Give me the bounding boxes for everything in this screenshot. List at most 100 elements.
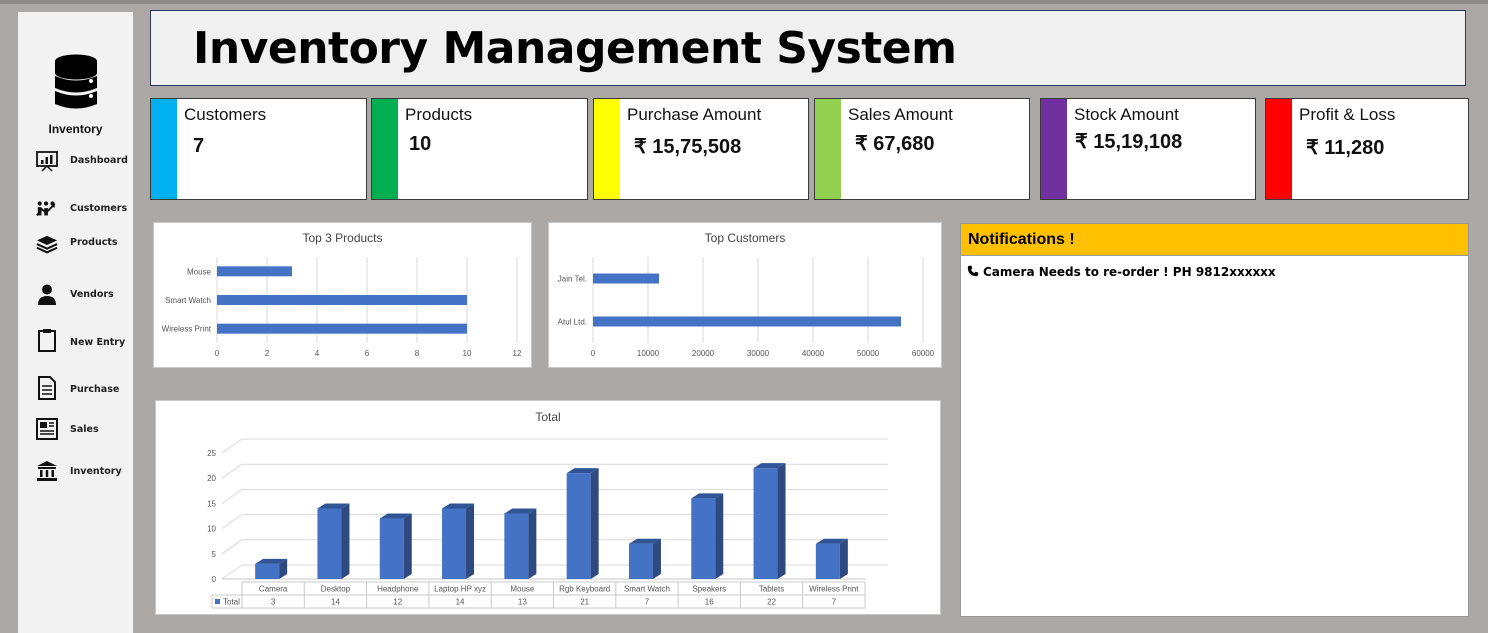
x-tick-label: 20000 <box>692 349 715 358</box>
column-side <box>715 493 724 579</box>
column-front <box>317 508 342 579</box>
sidebar-item-sales[interactable]: Sales <box>18 416 133 442</box>
bar <box>217 323 467 334</box>
category-label: Wireless Print <box>809 585 859 594</box>
kpi-value: ₹ 15,19,108 <box>1075 131 1183 153</box>
gridline <box>221 463 243 479</box>
kpi-label: Sales Amount <box>848 105 953 124</box>
category-label: Rgb Keyboard <box>559 585 610 594</box>
x-tick-label: 2 <box>265 349 270 358</box>
data-table-value: 7 <box>832 598 837 607</box>
y-tick-label: 5 <box>212 550 217 559</box>
y-tick-label: 10 <box>207 525 216 534</box>
sidebar-item-products[interactable]: Products <box>18 232 133 258</box>
column-front <box>628 543 653 579</box>
kpi-value: ₹ 11,280 <box>1306 137 1385 159</box>
sidebar-brand-label: Inventory <box>48 122 103 136</box>
data-table-value: 13 <box>518 598 527 607</box>
chart-title: Top Customers <box>705 231 786 245</box>
bar <box>593 273 659 284</box>
category-label: Tablets <box>759 585 784 594</box>
kpi-label: Stock Amount <box>1074 105 1179 124</box>
kpi-value: ₹ 15,75,508 <box>634 136 742 158</box>
data-table-value: 16 <box>705 598 714 607</box>
y-tick-label: 0 <box>212 575 217 584</box>
sidebar-item-label: Vendors <box>70 289 114 300</box>
kpi-value: 10 <box>409 133 432 155</box>
category-label: Smart Watch <box>165 296 211 305</box>
sidebar-item-inventory[interactable]: Inventory <box>18 458 133 484</box>
kpi-color-bar <box>151 99 177 199</box>
sidebar-item-purchase[interactable]: Purchase <box>18 376 133 402</box>
column-side <box>652 538 661 579</box>
sidebar-item-label: Inventory <box>70 466 122 477</box>
x-tick-label: 30000 <box>747 349 770 358</box>
category-label: Camera <box>259 585 288 594</box>
notification-text: Camera Needs to re-order ! PH 9812xxxxxx <box>983 265 1276 279</box>
x-tick-label: 6 <box>365 349 370 358</box>
data-table-value: 7 <box>645 598 650 607</box>
column-front <box>504 513 529 579</box>
kpi-card-customers: Customers 7 <box>150 98 367 200</box>
kpi-value: ₹ 67,680 <box>855 133 935 155</box>
data-table-value: 12 <box>393 598 402 607</box>
kpi-card-stock-amount: Stock Amount ₹ 15,19,108 <box>1040 98 1256 200</box>
bar <box>217 266 292 277</box>
sidebar-item-label: Sales <box>70 424 99 435</box>
column-side <box>590 468 599 579</box>
bar <box>217 295 467 305</box>
sidebar-item-dashboard[interactable]: Dashboard <box>18 148 133 174</box>
data-table-value: 14 <box>456 598 465 607</box>
y-tick-label: 15 <box>207 499 216 508</box>
bar <box>593 316 901 327</box>
sidebar-item-label: Products <box>70 237 118 248</box>
kpi-color-bar <box>1041 99 1067 199</box>
document-icon <box>38 376 56 400</box>
kpi-color-bar <box>372 99 398 199</box>
notification-item[interactable]: Camera Needs to re-order ! PH 9812xxxxxx <box>967 265 1276 279</box>
kpi-card-sales-amount: Sales Amount ₹ 67,680 <box>814 98 1030 200</box>
sidebar-item-new-entry[interactable]: New Entry <box>18 328 133 354</box>
sidebar-item-label: Dashboard <box>70 155 128 166</box>
y-tick-label: 20 <box>207 474 216 483</box>
category-label: Desktop <box>321 585 351 594</box>
x-tick-label: 60000 <box>912 349 935 358</box>
gridline <box>221 539 243 555</box>
database-icon <box>55 54 97 109</box>
clipboard-icon <box>38 329 56 352</box>
kpi-label: Purchase Amount <box>627 105 762 124</box>
column-side <box>777 463 786 579</box>
chart-title: Total <box>535 410 560 424</box>
chart-title: Top 3 Products <box>302 231 382 245</box>
sidebar-item-customers[interactable]: Customers <box>18 196 133 222</box>
column-front <box>566 473 591 579</box>
gridline <box>221 564 243 580</box>
category-label: Laptop HP xyz <box>434 585 486 594</box>
column-side <box>528 508 537 579</box>
title-bar: Inventory Management System <box>150 10 1466 86</box>
top-products-chart-panel[interactable]: Top 3 Products 0 2 4 6 8 10 12 Mouse Smart Watch W… <box>153 222 532 368</box>
kpi-card-products: Products 10 <box>371 98 588 200</box>
kpi-label: Profit & Loss <box>1299 105 1396 124</box>
column-side <box>341 503 350 579</box>
x-tick-label: 4 <box>315 349 320 358</box>
column-front <box>255 563 280 579</box>
sidebar-item-label: Purchase <box>70 384 120 395</box>
column-front <box>815 543 840 579</box>
x-tick-label: 40000 <box>802 349 825 358</box>
data-table-value: 14 <box>331 598 340 607</box>
category-label: Mouse <box>187 267 212 276</box>
category-label: Wireless Print <box>162 325 212 334</box>
sidebar-item-vendors[interactable]: Vendors <box>18 282 133 308</box>
newspaper-icon <box>36 418 58 440</box>
data-table-value: 22 <box>767 598 776 607</box>
data-table-value: 21 <box>580 598 589 607</box>
total-stock-chart: Total 0 5 10 15 20 25 Total Camera 3 Desktop 14 Head… <box>207 410 888 609</box>
category-label: Speakers <box>692 585 726 594</box>
person-icon <box>38 284 56 305</box>
total-stock-chart-panel[interactable]: Total 0 5 10 15 20 25 Total Camera 3 Desktop 14 Head… <box>155 400 941 615</box>
top-customers-chart-panel[interactable]: Top Customers 0 10000 20000 30000 40000 50000 6… <box>548 222 942 368</box>
column-front <box>753 468 778 579</box>
category-label: Headphone <box>377 585 419 594</box>
top-products-chart: Top 3 Products 0 2 4 6 8 10 12 Mouse Smart Watch W… <box>162 231 522 358</box>
